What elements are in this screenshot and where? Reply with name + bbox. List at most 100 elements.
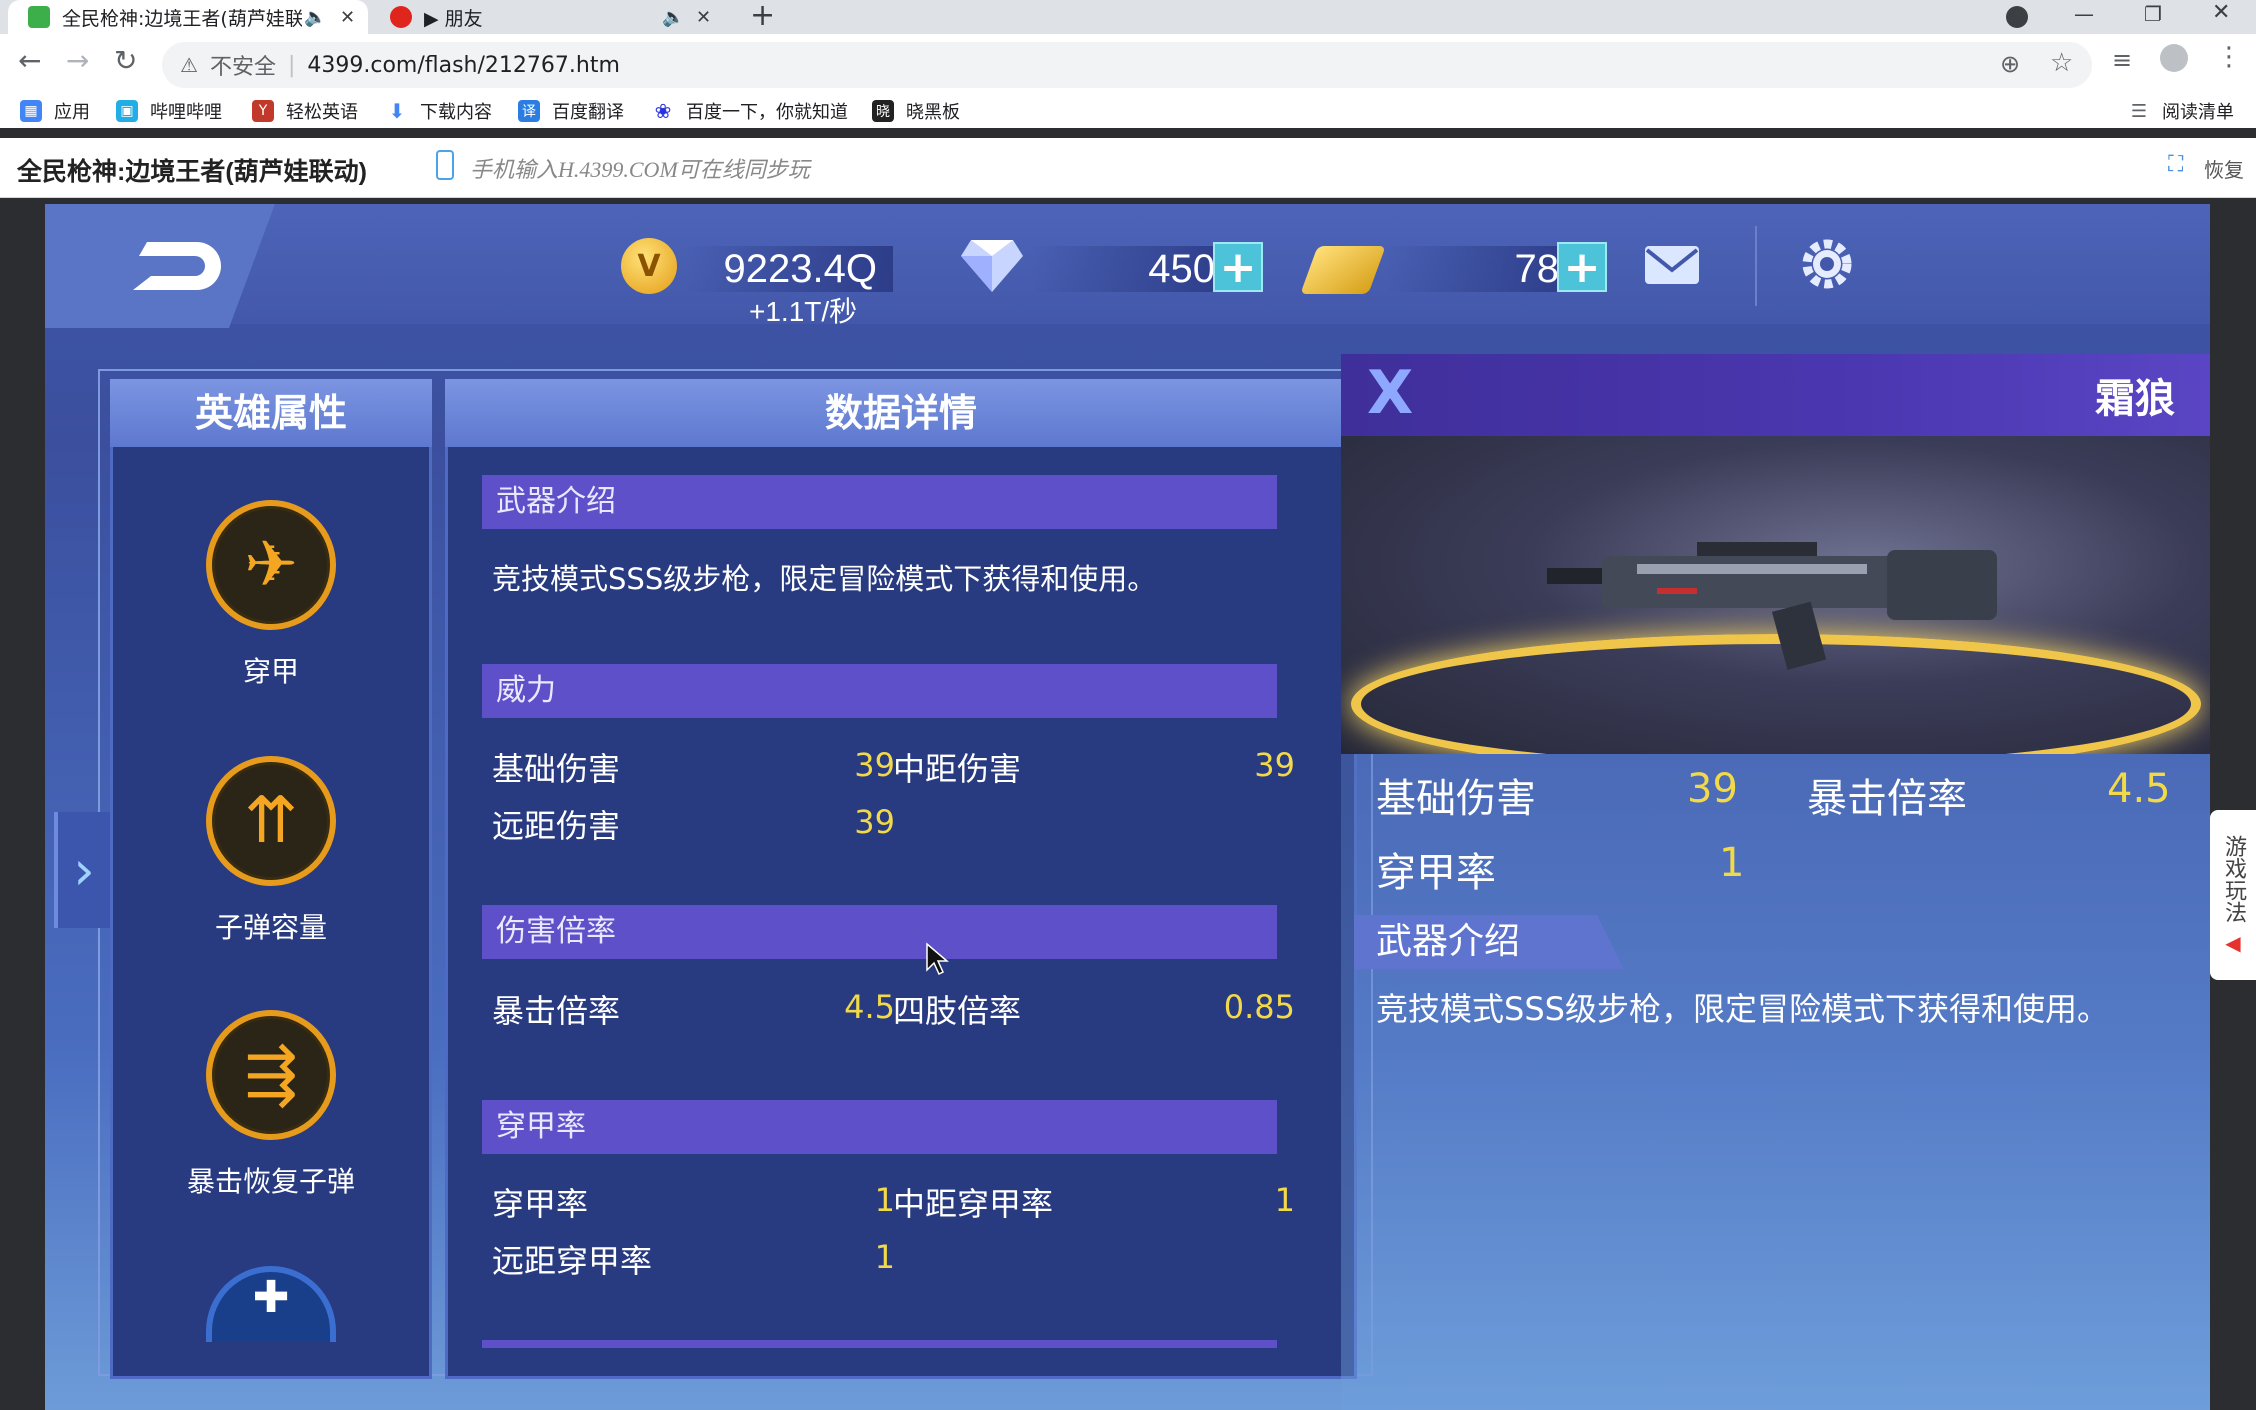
gold-rate: +1.1T/秒 bbox=[749, 296, 858, 327]
add-diamond-button[interactable]: + bbox=[1213, 242, 1263, 293]
reading-list-icon: ☰ bbox=[2130, 100, 2148, 122]
tab-title: ▶ 朋友 bbox=[424, 7, 483, 30]
speaker-icon[interactable]: 🔈 bbox=[662, 7, 684, 28]
tab-search-icon[interactable] bbox=[2006, 6, 2028, 28]
bookmark-label: 应用 bbox=[54, 102, 90, 123]
add-ticket-button[interactable]: + bbox=[1557, 242, 1607, 293]
ticket-amount: 78 bbox=[1385, 246, 1575, 292]
menu-icon[interactable]: ⋮ bbox=[2216, 42, 2242, 72]
speaker-icon[interactable]: 🔈 bbox=[304, 7, 326, 28]
profile-avatar-icon[interactable] bbox=[2160, 44, 2188, 72]
back-icon[interactable]: ← bbox=[18, 44, 41, 77]
hero-attributes-title: 英雄属性 bbox=[110, 379, 432, 447]
gold-coin-icon: V bbox=[621, 238, 677, 294]
stat-mid-damage-label: 中距伤害 bbox=[893, 750, 1022, 788]
stat-mid-penetration-value: 1 bbox=[1274, 1181, 1295, 1219]
armor-piercing-skill-icon[interactable]: ✈ bbox=[206, 500, 336, 630]
reload-icon[interactable]: ↻ bbox=[114, 44, 137, 77]
restore-icon[interactable]: ⛶ bbox=[2168, 152, 2183, 177]
skill-label: 子弹容量 bbox=[214, 911, 327, 944]
section-weapon-intro: 武器介绍 bbox=[482, 475, 1277, 529]
tab-title: 全民枪神:边境王者(葫芦娃联 bbox=[62, 7, 302, 30]
game-title: 全民枪神:边境王者(葫芦娃联动) bbox=[17, 158, 367, 186]
bullet-capacity-skill-icon[interactable]: ⇈ bbox=[206, 756, 336, 886]
rifle-image-icon bbox=[1547, 542, 1997, 670]
minimize-icon[interactable]: — bbox=[2074, 2, 2094, 26]
close-tab-icon[interactable]: ✕ bbox=[696, 7, 711, 28]
translate-icon: 译 bbox=[518, 100, 540, 122]
close-window-icon[interactable]: ✕ bbox=[2212, 0, 2230, 25]
mouse-cursor-icon bbox=[926, 942, 949, 976]
reading-list-label: 阅读清单 bbox=[2162, 102, 2234, 123]
bookmark-baidu-translate[interactable]: 译百度翻译 bbox=[518, 96, 624, 126]
weapon-header bbox=[1341, 354, 2210, 436]
warning-icon[interactable]: ⚠ bbox=[180, 53, 198, 77]
tab-game[interactable]: 全民枪神:边境王者(葫芦娃联 🔈 ✕ bbox=[8, 0, 368, 34]
stat-far-penetration-label: 远距穿甲率 bbox=[492, 1242, 653, 1280]
page-header: 全民枪神:边境王者(葫芦娃联动) 手机输入H.4399.COM可在线同步玩 ⛶ … bbox=[0, 138, 2256, 198]
media-control-icon[interactable]: ≡ bbox=[2112, 46, 2132, 74]
expand-arrow-icon[interactable]: › bbox=[54, 812, 110, 928]
close-tab-icon[interactable]: ✕ bbox=[340, 7, 355, 28]
weapon-intro-text: 竞技模式SSS级步枪，限定冒险模式下获得和使用。 bbox=[492, 562, 1157, 596]
close-weapon-button[interactable]: X bbox=[1367, 358, 1413, 428]
bookmark-xiaoheiban[interactable]: 晓晓黑板 bbox=[872, 96, 960, 126]
back-icon[interactable] bbox=[127, 234, 227, 298]
restore-label[interactable]: 恢复 bbox=[2204, 154, 2244, 183]
skill-label: 穿甲 bbox=[242, 655, 299, 688]
divider bbox=[1755, 226, 1757, 306]
bookmark-baidu[interactable]: ❀ 百度一下，你就知道 bbox=[652, 96, 848, 126]
url-text[interactable]: 4399.com/flash/212767.htm bbox=[307, 53, 620, 78]
diamond-icon bbox=[961, 240, 1023, 292]
english-site-icon: Y bbox=[252, 100, 274, 122]
bookmark-apps[interactable]: ▦ 应用 bbox=[20, 96, 90, 126]
gold-amount: 9223.4Q bbox=[685, 246, 893, 292]
bookmark-label: 晓黑板 bbox=[906, 102, 960, 123]
weapon-crit-multiplier-value: 4.5 bbox=[2107, 766, 2171, 812]
stat-base-damage-value: 39 bbox=[854, 746, 895, 784]
reading-list[interactable]: ☰ 阅读清单 bbox=[2128, 96, 2234, 126]
mail-icon[interactable] bbox=[1643, 244, 1701, 286]
download-icon: ⬇ bbox=[388, 99, 406, 123]
bookmark-bilibili[interactable]: ▣ 哔哩哔哩 bbox=[116, 96, 222, 126]
next-section-bar bbox=[482, 1340, 1277, 1348]
netease-favicon-icon bbox=[390, 6, 412, 28]
stat-far-damage-value: 39 bbox=[854, 803, 895, 841]
restore-window-icon[interactable]: ❐ bbox=[2144, 2, 2162, 26]
stat-far-penetration-value: 1 bbox=[874, 1238, 895, 1276]
stat-limb-multiplier-value: 0.85 bbox=[1223, 988, 1295, 1026]
weapon-name: 霜狼 bbox=[2095, 376, 2175, 422]
mobile-hint: 手机输入H.4399.COM可在线同步玩 bbox=[470, 157, 810, 182]
weapon-intro-text: 竞技模式SSS级步枪，限定冒险模式下获得和使用。 bbox=[1376, 990, 2109, 1028]
xiaoheiban-icon: 晓 bbox=[872, 100, 894, 122]
play-arrow-icon: ◀ bbox=[2221, 931, 2245, 955]
bookmark-label: 轻松英语 bbox=[286, 102, 358, 123]
weapon-penetration-value: 1 bbox=[1719, 840, 1745, 886]
game-canvas[interactable]: V 9223.4Q +1.1T/秒 450 + 78 + 英雄属性 ✈ 穿甲 ⇈… bbox=[45, 204, 2210, 1410]
bookmark-label: 下载内容 bbox=[420, 102, 492, 123]
browser-toolbar: ← → ↻ ⚠ 不安全 | 4399.com/flash/212767.htm … bbox=[0, 34, 2256, 128]
bilibili-icon: ▣ bbox=[116, 100, 138, 122]
stat-crit-multiplier-value: 4.5 bbox=[844, 988, 895, 1026]
address-bar[interactable]: ⚠ 不安全 | 4399.com/flash/212767.htm ⊕ ☆ bbox=[162, 42, 2092, 88]
separator: | bbox=[287, 52, 296, 78]
bookmark-downloads[interactable]: ⬇ 下载内容 bbox=[386, 96, 492, 126]
crit-restore-bullet-skill-icon[interactable]: ⇶ bbox=[206, 1010, 336, 1140]
forward-icon[interactable]: → bbox=[66, 44, 89, 77]
bookmark-star-icon[interactable]: ☆ bbox=[2050, 48, 2073, 78]
stat-penetration-value: 1 bbox=[874, 1181, 895, 1219]
bookmark-label: 百度翻译 bbox=[552, 102, 624, 123]
diamond-amount: 450 bbox=[1031, 246, 1231, 292]
bookmark-easy-english[interactable]: Y 轻松英语 bbox=[252, 96, 358, 126]
zoom-icon[interactable]: ⊕ bbox=[2000, 50, 2020, 78]
browser-tab-strip: 全民枪神:边境王者(葫芦娃联 🔈 ✕ ▶ 朋友 🔈 ✕ + — ❐ ✕ bbox=[0, 0, 2256, 34]
stat-mid-damage-value: 39 bbox=[1254, 746, 1295, 784]
weapon-intro-header: 武器介绍 bbox=[1354, 915, 1624, 969]
stat-crit-multiplier-label: 暴击倍率 bbox=[492, 992, 621, 1030]
weapon-crit-multiplier-label: 暴击倍率 bbox=[1807, 776, 1967, 822]
new-tab-button[interactable]: + bbox=[750, 0, 775, 33]
tab-friends[interactable]: ▶ 朋友 🔈 ✕ bbox=[370, 0, 720, 34]
section-power: 威力 bbox=[482, 664, 1277, 718]
game-guide-tab[interactable]: 游戏玩法 ◀ bbox=[2210, 810, 2256, 980]
settings-gear-icon[interactable] bbox=[1797, 234, 1857, 294]
